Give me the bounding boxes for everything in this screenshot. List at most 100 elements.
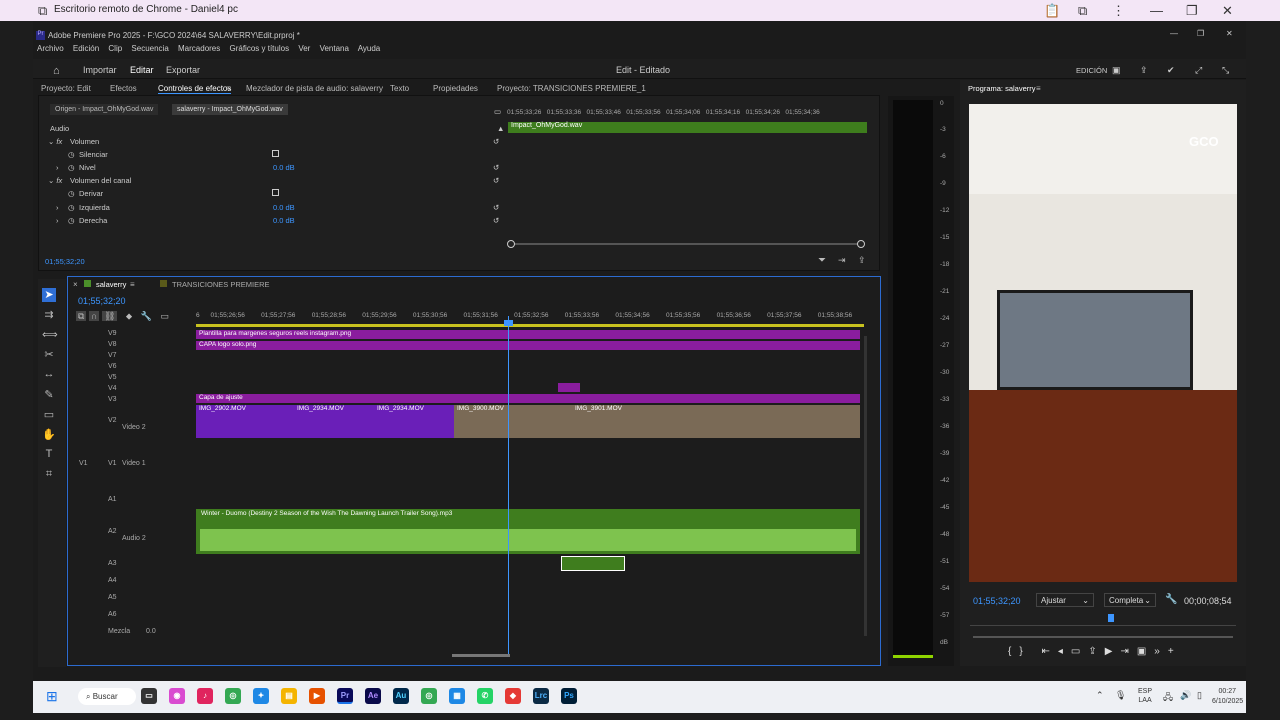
reset-icon[interactable]: ↺ <box>493 163 499 172</box>
export-tab[interactable]: Exportar <box>166 65 200 75</box>
ec-zoom-handle-right[interactable] <box>857 240 865 248</box>
clip-v2-img2934a[interactable]: IMG_2934.MOV <box>294 405 374 438</box>
mix-value[interactable]: 0.0 <box>146 628 156 635</box>
timeline-vscroll[interactable] <box>864 336 867 636</box>
tiktok-icon[interactable]: ♪ <box>197 688 213 704</box>
program-menu-icon[interactable]: ≡ <box>1036 84 1041 93</box>
anydesk-icon[interactable]: ◆ <box>505 688 521 704</box>
play-audio-icon[interactable]: ⇥ <box>838 255 846 266</box>
tab-controles-efectos[interactable]: Controles de efectos <box>158 84 232 94</box>
razor-icon[interactable]: ✂ <box>42 348 56 362</box>
whatsapp-icon[interactable]: ✆ <box>477 688 493 704</box>
track-a2-label[interactable]: A2 <box>108 528 117 535</box>
menu-clip[interactable]: Clip <box>108 44 122 53</box>
ec-zoom-scrollbar[interactable] <box>511 243 862 245</box>
track-v4-label[interactable]: V4 <box>108 385 117 392</box>
ec-ruler[interactable]: 01;55;33;26 01;55;33;36 01;55;33;46 01;5… <box>507 109 867 119</box>
reset-icon[interactable]: ↺ <box>493 176 499 185</box>
track-v1-label[interactable]: V1 <box>108 460 117 467</box>
program-video-frame[interactable]: GCO <box>969 104 1237 582</box>
tab-proyecto-transiciones[interactable]: Proyecto: TRANSICIONES PREMIERE_1 <box>497 84 646 93</box>
stopwatch-icon[interactable]: ◷ <box>68 150 75 159</box>
minimize-icon[interactable]: — <box>1150 3 1163 18</box>
track-a6-label[interactable]: A6 <box>108 611 117 618</box>
clip-v9[interactable]: Plantilla para margenes seguros reels in… <box>196 330 860 339</box>
source-tab-salaverry[interactable]: salaverry - Impact_OhMyGod.wav <box>172 104 288 115</box>
clock[interactable]: 00:27 6/10/2025 <box>1212 687 1243 707</box>
playhead[interactable] <box>508 316 509 656</box>
clip-a3-impact[interactable] <box>561 556 625 571</box>
derecha-value[interactable]: 0.0 dB <box>273 216 295 225</box>
tab-mezclador[interactable]: Mezclador de pista de audio: salaverry <box>246 84 383 93</box>
sequence-tab-salaverry[interactable]: salaverry <box>96 280 126 289</box>
stopwatch-icon[interactable]: ◷ <box>68 163 75 172</box>
go-to-out-icon[interactable]: ⇥ <box>1120 646 1136 657</box>
caption-tool-icon[interactable]: ⌗ <box>42 468 56 482</box>
home-icon[interactable]: ⌂ <box>53 65 60 77</box>
stopwatch-icon[interactable]: ◷ <box>68 189 75 198</box>
pr-maximize-icon[interactable]: ❐ <box>1197 29 1204 38</box>
program-playhead[interactable] <box>1108 614 1114 622</box>
menu-archivo[interactable]: Archivo <box>37 44 64 53</box>
collapse-arrow-icon[interactable]: ▲ <box>497 124 504 133</box>
expand-nivel[interactable]: › <box>56 163 59 172</box>
media-player-icon[interactable]: ▶ <box>309 688 325 704</box>
go-to-in-icon[interactable]: ⇤ <box>1041 646 1057 657</box>
program-timecode[interactable]: 01;55;32;20 <box>973 596 1021 606</box>
nivel-value[interactable]: 0.0 dB <box>273 163 295 172</box>
wrench-icon[interactable]: 🔧 <box>141 311 152 321</box>
premiere-taskbar-icon[interactable]: Pr <box>337 688 353 704</box>
stopwatch-icon[interactable]: ◷ <box>68 216 75 225</box>
slip-icon[interactable]: ↔ <box>42 368 56 382</box>
silenciar-checkbox[interactable] <box>272 150 279 157</box>
comparison-icon[interactable]: ▣ <box>1137 646 1154 657</box>
windows-start-icon[interactable]: ⊞ <box>46 688 58 705</box>
track-v6-label[interactable]: V6 <box>108 363 117 370</box>
maximize-panel-icon[interactable]: ⤢ <box>1195 65 1202 76</box>
expand-izquierda[interactable]: › <box>56 203 59 212</box>
reset-icon[interactable]: ↺ <box>493 216 499 225</box>
app-icon[interactable]: ✦ <box>253 688 269 704</box>
work-area-bar[interactable] <box>196 324 864 327</box>
pr-close-icon[interactable]: ✕ <box>1226 29 1233 38</box>
track-a1-label[interactable]: A1 <box>108 496 117 503</box>
marker-icon[interactable]: ⬥ <box>126 311 132 321</box>
tray-chevron-icon[interactable]: ⌃ <box>1096 690 1104 701</box>
pr-minimize-icon[interactable]: — <box>1170 29 1178 38</box>
track-a4-label[interactable]: A4 <box>108 577 117 584</box>
share-icon[interactable]: ⇪ <box>1140 65 1148 76</box>
mark-in-icon[interactable]: { <box>1008 646 1019 657</box>
program-scrub-ruler[interactable] <box>970 618 1236 626</box>
tab-proyecto-edit[interactable]: Proyecto: Edit <box>41 84 91 93</box>
menu-marcadores[interactable]: Marcadores <box>178 44 220 53</box>
clip-v8[interactable]: CAPA logo solo.png <box>196 341 860 350</box>
track-select-icon[interactable]: ⇉ <box>42 308 56 322</box>
reset-icon[interactable]: ↺ <box>493 203 499 212</box>
timeline-ruler[interactable]: 6 01;55;26;56 01;55;27;56 01;55;28;56 01… <box>196 312 864 322</box>
selection-tool-icon[interactable]: ➤ <box>42 288 56 302</box>
timeline-timecode[interactable]: 01;55;32;20 <box>78 296 126 306</box>
lightroom-icon[interactable]: Lrc <box>533 688 549 704</box>
pen-icon[interactable]: ✎ <box>42 388 56 402</box>
type-tool-icon[interactable]: T <box>42 448 56 462</box>
app-icon[interactable]: ◉ <box>169 688 185 704</box>
settings-wrench-icon[interactable]: 🔧 <box>1165 594 1177 605</box>
clipboard-icon[interactable]: 📋 <box>1044 3 1060 19</box>
track-v8-label[interactable]: V8 <box>108 341 117 348</box>
captions-icon[interactable]: ▭ <box>160 311 169 321</box>
network-icon[interactable]: 🖧 <box>1163 690 1173 706</box>
step-back-icon[interactable]: ◂ <box>1058 646 1071 657</box>
track-v1-source[interactable]: V1 <box>79 460 88 467</box>
reset-icon[interactable]: ↺ <box>493 137 499 146</box>
ripple-edit-icon[interactable]: ⟺ <box>42 328 58 342</box>
menu-ayuda[interactable]: Ayuda <box>358 44 381 53</box>
import-tab[interactable]: Importar <box>83 65 117 75</box>
clip-v2-img3900[interactable]: IMG_3900.MOV <box>454 405 572 438</box>
hand-icon[interactable]: ✋ <box>42 428 56 442</box>
more-controls-icon[interactable]: » <box>1154 646 1168 657</box>
clip-v2-img2902[interactable]: IMG_2902.MOV <box>196 405 294 438</box>
more-icon[interactable]: ⋮ <box>1112 3 1125 19</box>
chrome-icon[interactable]: ◎ <box>225 688 241 704</box>
expand-derecha[interactable]: › <box>56 216 59 225</box>
taskbar-search[interactable]: ⌕ Buscar <box>78 688 136 705</box>
